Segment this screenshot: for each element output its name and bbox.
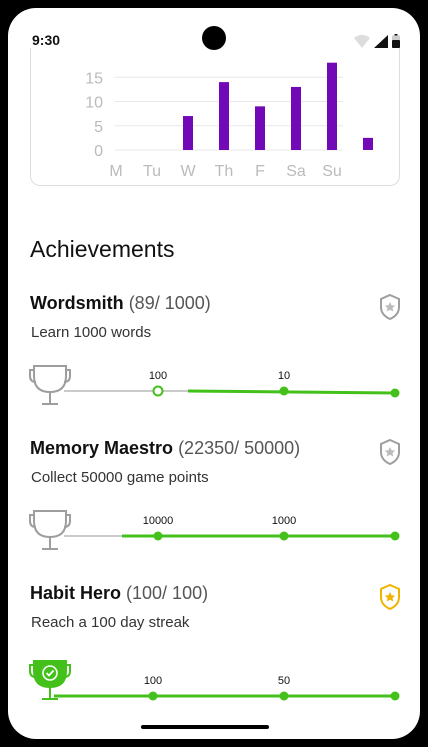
trophy-cup [33, 365, 67, 394]
achievement-progress-track: 100 10 [29, 365, 400, 405]
chart-x-tick-label: Th [215, 163, 234, 180]
milestone-dot [279, 691, 289, 701]
chart-bar [255, 106, 265, 150]
weekly-chart-card: 0 5 10 15 M Tu W Th F Sa Su [30, 48, 400, 186]
weekly-bar-chart: 0 5 10 15 M Tu W Th F Sa Su [85, 62, 373, 180]
badge-star [384, 592, 396, 602]
chart-x-tick-label: W [180, 163, 196, 180]
achievement-item[interactable]: Memory Maestro (22350/ 50000) Collect 500… [8, 438, 420, 578]
trophy-cup [33, 510, 67, 539]
milestone-dot [279, 531, 289, 541]
chart-bar [219, 82, 229, 150]
achievement-description: Collect 50000 game points [31, 469, 209, 486]
milestone-end-dot [390, 531, 400, 541]
battery-icon [392, 34, 400, 48]
status-icons [354, 34, 400, 48]
signal-icon [374, 35, 388, 48]
milestone-label: 100 [144, 675, 162, 687]
chart-x-tick-label: Sa [286, 163, 306, 180]
phone-frame: 9:30 0 5 10 15 M Tu W Th F Sa Su Achievements Wo [0, 0, 428, 747]
achievement-progress: (100/ 100) [126, 583, 209, 603]
wifi-icon [354, 35, 370, 48]
achievement-progress-track: 100 50 [29, 660, 400, 701]
chart-y-tick-label: 0 [94, 143, 103, 160]
chart-bar [363, 137, 373, 150]
milestone-label: 50 [278, 675, 290, 687]
star-badge-earned-icon [380, 583, 400, 611]
milestone-label: 10000 [143, 515, 174, 527]
achievement-item[interactable]: Wordsmith (89/ 1000) Learn 1000 words 100 1… [8, 293, 420, 433]
trophy-icon [29, 365, 71, 405]
achievement-progress: (22350/ 50000) [178, 438, 301, 458]
milestone-dot [279, 386, 289, 396]
achievements-heading: Achievements [30, 236, 175, 262]
milestone-label: 10 [278, 370, 290, 382]
milestone-end-dot [390, 691, 400, 701]
milestone-label: 100 [149, 370, 167, 382]
camera-cutout [202, 26, 226, 50]
milestone-dot [152, 385, 164, 397]
chart-bar [183, 116, 193, 150]
chart-x-tick-label: Su [322, 163, 342, 180]
chart-x-tick-label: F [255, 163, 265, 180]
achievement-name: Memory Maestro [30, 438, 174, 458]
chart-bar [291, 86, 301, 150]
achievement-title: Habit Hero (100/ 100) [30, 583, 208, 604]
achievement-description: Learn 1000 words [31, 324, 152, 341]
trophy-earned-icon [29, 660, 71, 700]
achievement-progress-track: 10000 1000 [29, 510, 400, 550]
chart-y-tick-label: 5 [94, 119, 103, 136]
achievement-description: Reach a 100 day streak [31, 614, 190, 631]
achievement-item[interactable]: Habit Hero (100/ 100) Reach a 100 day str… [8, 583, 420, 723]
trophy-icon [29, 510, 71, 550]
chart-x-tick-label: M [109, 163, 122, 180]
milestone-end-dot [390, 388, 400, 398]
chart-y-tick-label: 15 [85, 70, 103, 87]
milestone-dot [153, 531, 163, 541]
chart-bar [327, 62, 337, 151]
home-indicator[interactable] [141, 725, 269, 729]
badge-star [384, 302, 396, 312]
achievement-title: Memory Maestro (22350/ 50000) [30, 438, 300, 459]
achievement-name: Wordsmith [30, 293, 124, 313]
achievement-title: Wordsmith (89/ 1000) [30, 293, 211, 314]
star-badge-locked-icon [380, 293, 400, 321]
chart-x-tick-label: Tu [143, 163, 161, 180]
milestone-dot [148, 691, 158, 701]
screen: 9:30 0 5 10 15 M Tu W Th F Sa Su Achievements Wo [8, 8, 420, 739]
star-badge-locked-icon [380, 438, 400, 466]
badge-star [384, 447, 396, 457]
chart-y-tick-label: 10 [85, 95, 103, 112]
achievement-name: Habit Hero [30, 583, 122, 603]
milestone-label: 1000 [272, 515, 296, 527]
track-filled-line [187, 389, 396, 395]
achievement-progress: (89/ 1000) [128, 293, 211, 313]
status-time: 9:30 [32, 32, 61, 48]
